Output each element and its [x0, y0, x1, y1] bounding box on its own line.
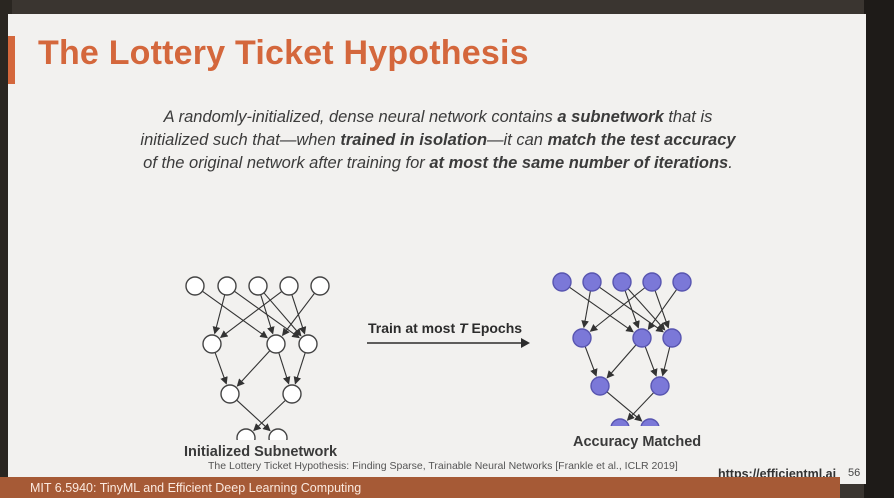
slide-title: The Lottery Ticket Hypothesis	[38, 34, 529, 72]
arrow-label-prefix: Train at most	[368, 320, 460, 336]
title-accent-bar	[8, 36, 15, 84]
trained-edge	[569, 286, 634, 333]
trained-node	[642, 272, 662, 292]
initial-edge	[214, 352, 228, 385]
initial-edge	[278, 352, 291, 385]
initial-edge	[281, 292, 315, 337]
initial-node	[310, 276, 330, 296]
initialized-subnetwork-diagram	[185, 276, 330, 440]
initial-node	[266, 334, 286, 354]
initial-edge	[219, 290, 283, 339]
initial-node	[202, 334, 222, 354]
initial-edge	[253, 399, 286, 432]
accuracy-matched-caption: Accuracy Matched	[573, 434, 702, 450]
trained-node	[610, 418, 630, 426]
initial-node	[282, 384, 302, 404]
slide-number: 56	[848, 467, 861, 479]
initial-edge	[263, 292, 302, 337]
statement-part-0: A randomly-initialized, dense neural net…	[163, 108, 558, 126]
training-arrow-label: Train at most T Epochs	[368, 320, 522, 336]
statement-part-5: match the test accuracy	[547, 131, 736, 149]
trained-edge	[654, 290, 670, 329]
paper-citation: The Lottery Ticket Hypothesis: Finding S…	[208, 460, 678, 472]
initial-edge	[293, 352, 306, 385]
trained-edge	[599, 286, 664, 333]
trained-node	[672, 272, 692, 292]
trained-edge	[626, 392, 655, 421]
initial-node	[298, 334, 318, 354]
initial-node	[248, 276, 268, 296]
initial-node	[268, 428, 288, 440]
arrow-label-variable: T	[459, 320, 468, 336]
trained-edge	[624, 290, 640, 329]
training-arrow	[367, 338, 530, 348]
hypothesis-statement: A randomly-initialized, dense neural net…	[138, 106, 738, 175]
trained-node	[582, 272, 602, 292]
initial-edge	[201, 290, 268, 339]
trained-edge	[627, 288, 666, 331]
trained-node	[572, 328, 592, 348]
initialized-subnetwork-caption: Initialized Subnetwork	[184, 444, 338, 460]
initial-edge	[236, 350, 271, 387]
course-footer: MIT 6.5940: TinyML and Efficient Deep Le…	[30, 481, 362, 495]
trained-edge	[606, 344, 637, 379]
trained-node	[552, 272, 572, 292]
initial-node	[220, 384, 240, 404]
trained-edge	[581, 290, 591, 329]
slide: The Lottery Ticket Hypothesis A randomly…	[8, 14, 866, 484]
trained-node	[662, 328, 682, 348]
trained-node	[590, 376, 610, 396]
trained-edge	[660, 346, 671, 377]
initial-edge	[236, 399, 271, 432]
statement-part-8: .	[728, 154, 733, 172]
projector-frame-right	[864, 0, 894, 498]
initial-node	[279, 276, 299, 296]
initial-edge	[212, 294, 226, 335]
statement-part-4: —it can	[487, 131, 548, 149]
statement-part-6: of the original network after training f…	[143, 154, 430, 172]
initial-node	[217, 276, 237, 296]
trained-node	[612, 272, 632, 292]
trained-edge	[644, 346, 658, 377]
trained-node	[640, 418, 660, 426]
arrow-label-suffix: Epochs	[467, 320, 523, 336]
trained-edge	[584, 346, 598, 377]
accuracy-matched-diagram	[552, 272, 692, 426]
trained-edge	[606, 391, 643, 422]
initial-node	[236, 428, 256, 440]
statement-part-3: trained in isolation	[340, 131, 488, 149]
trained-node	[632, 328, 652, 348]
trained-node	[650, 376, 670, 396]
statement-part-7: at most the same number of iterations	[429, 154, 729, 172]
statement-part-1: a subnetwork	[557, 108, 664, 126]
trained-edge	[647, 289, 678, 330]
initial-node	[185, 276, 205, 296]
